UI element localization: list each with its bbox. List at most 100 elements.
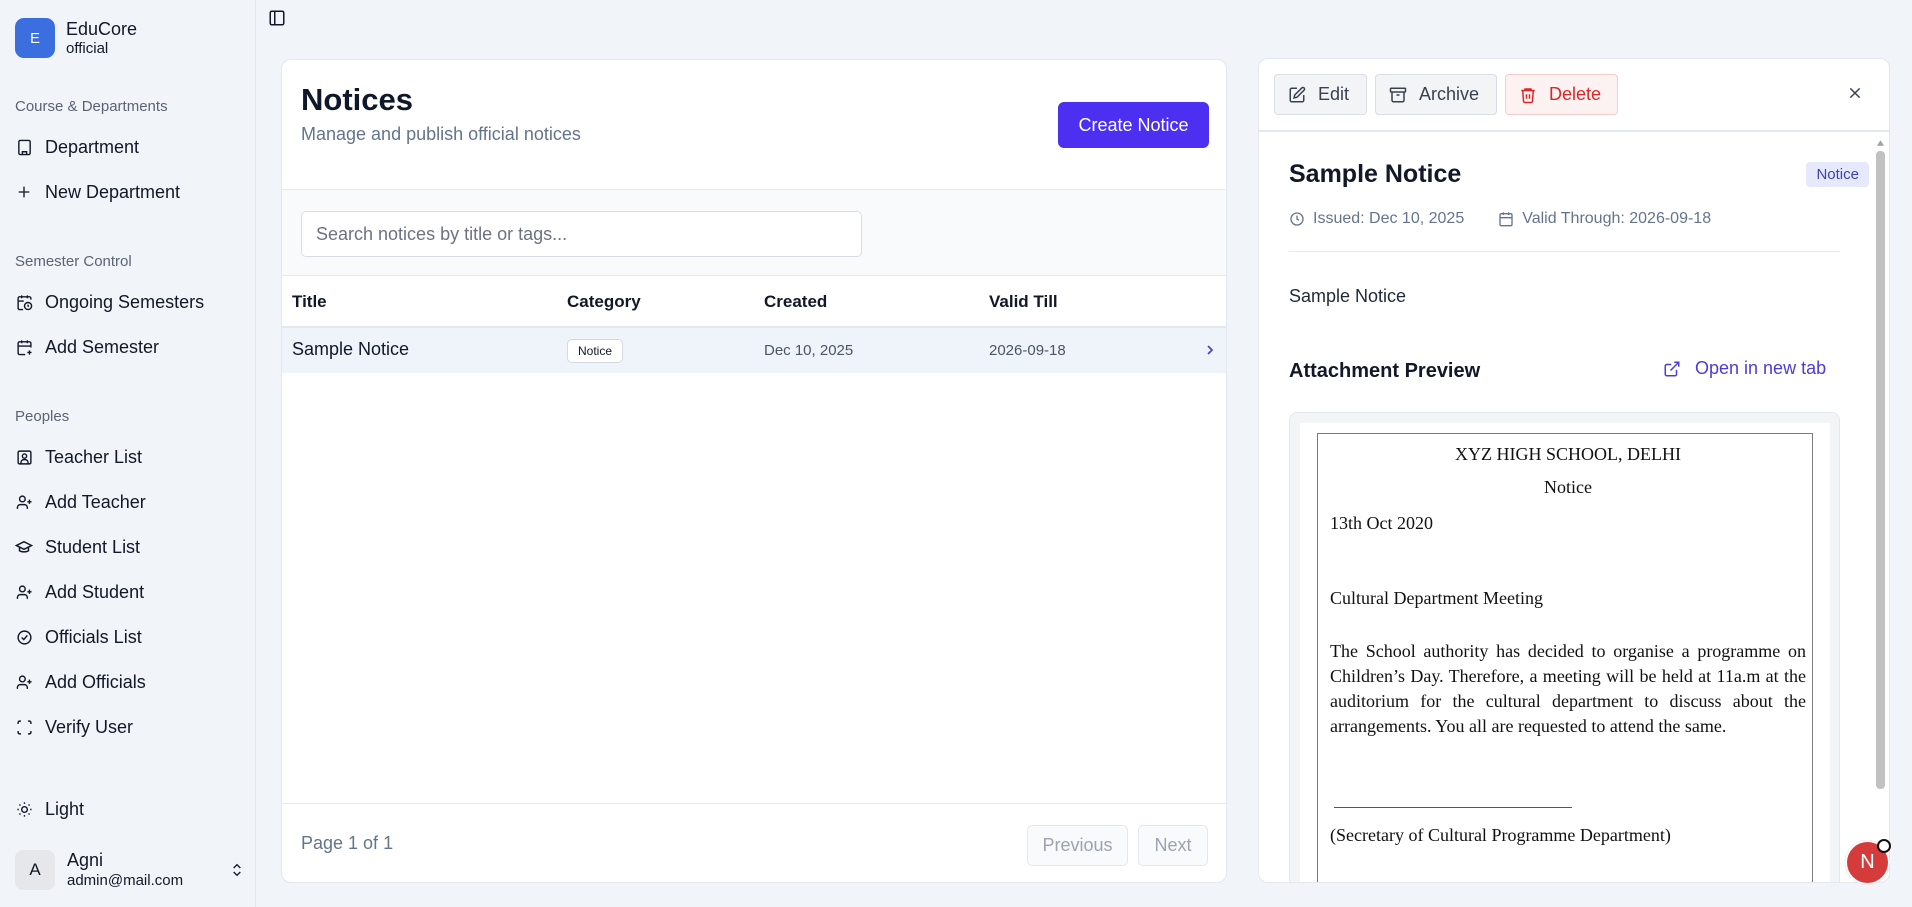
sidebar-item-label: New Department — [45, 181, 181, 202]
notice-content: Sample Notice — [1289, 286, 1407, 306]
avatar: A — [15, 850, 55, 890]
chevrons-up-down-icon — [229, 862, 245, 878]
row-title: Sample Notice — [292, 339, 410, 359]
notice-detail-panel: Edit Archive Delete Sample Notice Notice… — [1258, 58, 1890, 883]
sidebar-item-add-student[interactable]: Add Student — [15, 576, 245, 608]
notification-dot — [1877, 839, 1891, 853]
sidebar-item-teacher-list[interactable]: Teacher List — [15, 441, 245, 473]
scan-icon — [15, 718, 33, 736]
group-label-peoples: Peoples — [15, 408, 70, 425]
row-valid-till: 2026-09-18 — [989, 342, 1066, 359]
open-tab-label: Open in new tab — [1695, 358, 1827, 378]
notice-document: XYZ HIGH SCHOOL, DELHI Notice 13th Oct 2… — [1317, 433, 1813, 882]
search-input[interactable] — [301, 211, 862, 257]
valid-through-date: Valid Through: 2026-09-18 — [1522, 210, 1712, 227]
sidebar-item-verify-user[interactable]: Verify User — [15, 711, 245, 743]
attachment-preview[interactable]: XYZ HIGH SCHOOL, DELHI Notice 13th Oct 2… — [1289, 412, 1840, 882]
edit-label: Edit — [1318, 84, 1350, 104]
brand-logo: E — [15, 18, 55, 58]
search-row — [282, 190, 1226, 276]
sun-icon — [15, 800, 33, 818]
calendar-icon — [1498, 211, 1514, 227]
check-circle-icon — [15, 628, 33, 646]
calendar-plus-icon — [15, 338, 33, 356]
doc-date: 13th Oct 2020 — [1330, 513, 1433, 533]
archive-button[interactable]: Archive — [1375, 74, 1497, 115]
divider — [1289, 251, 1840, 252]
sidebar-item-ongoing-semesters[interactable]: Ongoing Semesters — [15, 286, 245, 318]
sidebar-item-officials-list[interactable]: Officials List — [15, 621, 245, 653]
sidebar-item-add-semester[interactable]: Add Semester — [15, 331, 245, 363]
column-header-title[interactable]: Title — [292, 292, 327, 312]
brand[interactable]: E EduCore official — [15, 18, 137, 58]
preview-page: XYZ HIGH SCHOOL, DELHI Notice 13th Oct 2… — [1300, 423, 1830, 882]
external-link-icon — [1663, 360, 1681, 378]
theme-label: Light — [45, 798, 85, 819]
sidebar: E EduCore official Course & Departments … — [0, 0, 256, 907]
floating-action-button[interactable]: N — [1845, 839, 1891, 885]
group-label-semester: Semester Control — [15, 253, 132, 270]
edit-icon — [1288, 86, 1306, 104]
column-header-category[interactable]: Category — [567, 292, 641, 312]
doc-school: XYZ HIGH SCHOOL, DELHI — [1455, 444, 1681, 464]
doc-heading: Notice — [1544, 477, 1592, 497]
sidebar-item-label: Officials List — [45, 626, 142, 647]
table-row[interactable]: Sample Notice Notice Dec 10, 2025 2026-0… — [282, 328, 1226, 373]
user-name: Agni — [67, 850, 104, 870]
calendar-clock-icon — [15, 293, 33, 311]
delete-button[interactable]: Delete — [1505, 74, 1618, 115]
fab-letter: N — [1860, 851, 1875, 873]
scrollbar-thumb[interactable] — [1876, 151, 1885, 789]
sidebar-item-label: Add Teacher — [45, 491, 146, 512]
sidebar-item-label: Ongoing Semesters — [45, 291, 205, 312]
plus-icon — [15, 183, 33, 201]
create-notice-button[interactable]: Create Notice — [1058, 102, 1209, 148]
sidebar-item-label: Student List — [45, 536, 141, 557]
page-info: Page 1 of 1 — [301, 833, 394, 853]
notices-card: Notices Manage and publish official noti… — [281, 59, 1227, 883]
close-icon[interactable] — [1847, 85, 1863, 101]
next-button[interactable]: Next — [1138, 825, 1208, 866]
column-header-created[interactable]: Created — [764, 292, 827, 312]
brand-subtitle: official — [66, 40, 109, 57]
building-icon — [15, 138, 33, 156]
detail-scrollbar[interactable] — [1875, 139, 1885, 883]
sidebar-item-label: Department — [45, 136, 140, 157]
issued-date: Issued: Dec 10, 2025 — [1313, 210, 1465, 227]
user-menu[interactable]: A Agni admin@mail.com — [15, 848, 245, 892]
signature-line — [1334, 807, 1572, 808]
sidebar-item-label: Verify User — [45, 716, 134, 737]
user-plus-icon — [15, 493, 33, 511]
notice-meta: Issued: Dec 10, 2025 Valid Through: 2026… — [1289, 210, 1711, 228]
sidebar-item-label: Add Officials — [45, 671, 146, 692]
delete-label: Delete — [1549, 84, 1602, 104]
sidebar-item-new-department[interactable]: New Department — [15, 176, 245, 208]
sidebar-toggle-icon[interactable] — [268, 9, 290, 31]
page-title: Notices — [301, 82, 413, 117]
sidebar-item-label: Teacher List — [45, 446, 143, 467]
clock-icon — [1289, 211, 1305, 227]
previous-button[interactable]: Previous — [1027, 825, 1128, 866]
contact-card-icon — [15, 448, 33, 466]
attachment-preview-title: Attachment Preview — [1289, 360, 1481, 382]
card-header: Notices Manage and publish official noti… — [282, 60, 1226, 190]
archive-icon — [1389, 86, 1407, 104]
sidebar-item-student-list[interactable]: Student List — [15, 531, 245, 563]
archive-label: Archive — [1419, 84, 1480, 104]
sidebar-item-department[interactable]: Department — [15, 131, 245, 163]
trash-icon — [1519, 86, 1537, 104]
sidebar-item-add-officials[interactable]: Add Officials — [15, 666, 245, 698]
doc-subject: Cultural Department Meeting — [1330, 588, 1543, 608]
sidebar-item-label: Add Student — [45, 581, 145, 602]
column-header-valid-till[interactable]: Valid Till — [989, 292, 1058, 312]
edit-button[interactable]: Edit — [1274, 74, 1367, 115]
detail-toolbar: Edit Archive Delete — [1259, 59, 1889, 132]
sidebar-item-add-teacher[interactable]: Add Teacher — [15, 486, 245, 518]
notice-title: Sample Notice — [1289, 160, 1462, 188]
open-in-new-tab-link[interactable]: Open in new tab — [1663, 358, 1826, 379]
brand-name: EduCore — [66, 19, 138, 39]
theme-toggle[interactable]: Light — [15, 793, 245, 825]
doc-body: The School authority has decided to orga… — [1330, 641, 1806, 736]
page-subtitle: Manage and publish official notices — [301, 124, 581, 144]
user-email: admin@mail.com — [67, 872, 184, 889]
